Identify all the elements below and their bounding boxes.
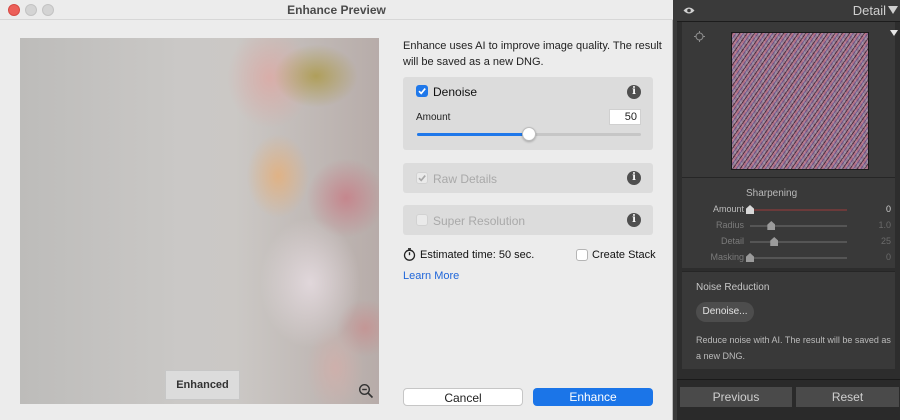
slider-knob	[746, 253, 754, 262]
sharpening-detail-slider	[750, 237, 847, 246]
sharpening-radius-slider	[750, 221, 847, 230]
create-stack-label: Create Stack	[592, 249, 656, 261]
slider-label: Masking	[710, 252, 744, 262]
slider-fill	[417, 133, 529, 136]
enhance-preview-dialog: Enhance Preview Enhanced Enhance uses AI…	[0, 0, 673, 420]
sharpening-amount-slider[interactable]	[746, 205, 847, 214]
info-icon[interactable]: i	[627, 213, 641, 227]
panel-footer: Previous Reset	[677, 379, 900, 420]
collapse-triangle-icon[interactable]	[890, 30, 898, 36]
super-resolution-label: Super Resolution	[433, 214, 526, 228]
slider-label: Radius	[715, 220, 744, 230]
detail-panel-header[interactable]: Detail	[677, 0, 900, 22]
sharpening-amount-row[interactable]: Amount 0	[682, 203, 895, 217]
amount-value-field[interactable]: 50	[609, 109, 641, 125]
denoise-panel: Denoise i Amount 50	[403, 77, 653, 150]
info-icon[interactable]: i	[627, 85, 641, 99]
slider-value: 1.0	[878, 220, 891, 230]
learn-more-link[interactable]: Learn More	[403, 270, 459, 282]
noise-reduction-title: Noise Reduction	[696, 282, 770, 293]
amount-label: Amount	[416, 112, 451, 123]
collapse-triangle-icon[interactable]	[888, 6, 898, 14]
sharpening-masking-slider	[746, 253, 847, 262]
detail-zoom-thumbnail[interactable]	[731, 32, 869, 170]
detail-panel-title: Detail	[852, 3, 886, 18]
title-bar: Enhance Preview	[0, 0, 673, 20]
slider-knob	[767, 221, 776, 230]
sharpening-masking-row: Masking 0	[682, 251, 895, 265]
enhance-description: Enhance uses AI to improve image quality…	[403, 40, 662, 68]
super-resolution-checkbox[interactable]	[416, 214, 428, 226]
preview-toggle-label[interactable]: Enhanced	[165, 370, 240, 400]
noise-reduction-section: Noise Reduction Denoise... Reduce noise …	[682, 271, 895, 369]
estimated-time: Estimated time: 50 sec.	[420, 249, 535, 261]
raw-details-checkbox[interactable]	[416, 172, 428, 184]
denoise-amount-slider[interactable]	[417, 127, 641, 141]
denoise-checkbox[interactable]	[416, 85, 428, 97]
target-icon[interactable]	[694, 31, 705, 42]
slider-knob[interactable]	[746, 205, 754, 214]
zoom-out-icon[interactable]	[358, 383, 374, 399]
slider-value: 0	[885, 252, 891, 262]
detail-panel: Detail Sharpening Amount 0 Radius 1.0 De…	[677, 0, 900, 420]
timer-icon	[403, 248, 416, 261]
cancel-button[interactable]: Cancel	[403, 388, 523, 406]
reset-button[interactable]: Reset	[795, 386, 900, 408]
previous-button[interactable]: Previous	[679, 386, 793, 408]
denoise-label: Denoise	[433, 85, 478, 99]
raw-details-label: Raw Details	[433, 172, 498, 186]
sharpening-detail-row: Detail 25	[682, 235, 895, 249]
super-resolution-panel: Super Resolution i	[403, 205, 653, 235]
sharpening-section: Sharpening Amount 0 Radius 1.0 Detail 25…	[682, 177, 895, 268]
enhanced-preview-image[interactable]: Enhanced	[20, 38, 379, 404]
create-stack-checkbox[interactable]	[576, 249, 588, 261]
enhance-button[interactable]: Enhance	[533, 388, 653, 406]
raw-details-panel: Raw Details i	[403, 163, 653, 193]
slider-value[interactable]: 0	[886, 204, 891, 214]
sharpening-title: Sharpening	[746, 188, 798, 199]
detail-preview-area	[682, 22, 898, 177]
slider-label: Detail	[720, 236, 744, 246]
noise-reduction-description: Reduce noise with AI. The result will be…	[696, 335, 891, 361]
slider-value: 25	[880, 236, 891, 246]
slider-knob[interactable]	[522, 127, 536, 141]
sharpening-radius-row: Radius 1.0	[682, 219, 895, 233]
dialog-title: Enhance Preview	[287, 3, 386, 17]
info-icon[interactable]: i	[627, 171, 641, 185]
slider-label: Amount	[712, 204, 744, 214]
slider-knob	[770, 237, 779, 246]
eye-icon[interactable]	[683, 6, 695, 15]
denoise-button[interactable]: Denoise...	[696, 302, 754, 322]
